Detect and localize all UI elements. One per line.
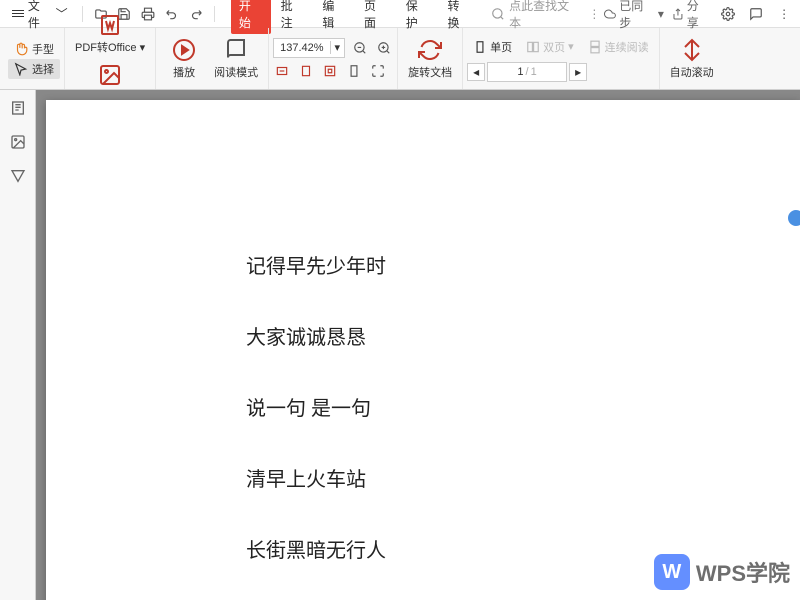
fit-width-icon[interactable]	[273, 62, 291, 80]
rotate-tools: 旋转文档	[398, 28, 463, 89]
play-button[interactable]: 播放	[160, 34, 208, 84]
hand-icon	[14, 42, 28, 56]
text-line: 大家诚诚恳恳	[246, 321, 800, 350]
page-number-input[interactable]: 1 / 1	[487, 62, 567, 82]
pdf-office-label: PDF转Office ▾	[75, 39, 145, 55]
cloud-icon	[604, 8, 616, 20]
right-controls: 已同步 ▾ 分享 ⋮	[604, 0, 794, 31]
page-view-tools: 单页 双页 ▾ 连续阅读 ◂ 1 / 1 ▸	[463, 28, 660, 89]
sync-button[interactable]: 已同步 ▾	[604, 0, 664, 31]
zoom-input[interactable]: 137.42% ▾	[273, 38, 345, 58]
double-page-button[interactable]: 双页 ▾	[520, 36, 580, 58]
double-page-icon	[526, 40, 540, 54]
select-tool[interactable]: 选择	[8, 59, 60, 79]
document-viewport[interactable]: 记得早先少年时 大家诚诚恳恳 说一句 是一句 清早上火车站 长街黑暗无行人 卖豆…	[36, 90, 800, 600]
file-menu-label: 文件	[28, 0, 52, 31]
read-mode-label: 阅读模式	[214, 64, 258, 80]
page-current: 1	[517, 66, 523, 78]
zoom-value: 137.42%	[274, 42, 329, 54]
scroll-icon	[680, 38, 704, 62]
zoom-out-button[interactable]	[351, 39, 369, 57]
zoom-dropdown-icon: ▾	[330, 41, 345, 54]
prev-page-button[interactable]: ◂	[467, 63, 485, 81]
page-navigation: ◂ 1 / 1 ▸	[467, 62, 587, 82]
separator	[214, 6, 215, 22]
watermark-text: WPS学院	[696, 556, 790, 588]
thumbnails-icon[interactable]	[8, 98, 28, 118]
more-icon: ⋮	[588, 7, 600, 21]
single-page-icon	[473, 40, 487, 54]
search-placeholder: 点此查找文本	[509, 0, 580, 31]
sync-dropdown-icon: ▾	[658, 7, 664, 21]
search-icon	[491, 7, 505, 21]
next-page-button[interactable]: ▸	[569, 63, 587, 81]
annotation-panel-icon[interactable]	[8, 166, 28, 186]
book-icon	[224, 38, 248, 62]
continuous-button[interactable]: 连续阅读	[582, 36, 655, 58]
image-icon	[98, 63, 122, 87]
rotate-button[interactable]: 旋转文档	[402, 34, 458, 84]
page-sep: /	[526, 66, 529, 78]
more-icon[interactable]: ⋮	[774, 4, 794, 24]
notification-icon[interactable]	[746, 4, 766, 24]
hamburger-icon	[12, 8, 24, 19]
text-line: 清早上火车站	[246, 463, 800, 492]
continuous-icon	[588, 40, 602, 54]
hand-label: 手型	[32, 41, 54, 57]
redo-icon[interactable]	[186, 4, 206, 24]
auto-scroll-label: 自动滚动	[670, 64, 714, 80]
pdf-to-office[interactable]: PDF转Office ▾	[69, 9, 151, 59]
read-mode-button[interactable]: 阅读模式	[208, 34, 264, 84]
undo-icon[interactable]	[162, 4, 182, 24]
single-page-label: 单页	[490, 39, 512, 55]
toolbar: 手型 选择 PDF转Office ▾ PDF转图片 播放 阅读模式 137.4	[0, 28, 800, 90]
share-label: 分享	[687, 0, 711, 31]
scroll-tools: 自动滚动	[660, 28, 724, 89]
rotate-icon	[418, 38, 442, 62]
watermark: W WPS学院	[654, 554, 790, 590]
fit-height-icon[interactable]	[345, 62, 363, 80]
left-sidebar	[0, 90, 36, 600]
chevron-down-icon: ﹀	[56, 5, 68, 22]
fullscreen-icon[interactable]	[369, 62, 387, 80]
search-button[interactable]: 点此查找文本 ⋮	[491, 0, 600, 31]
assistant-bubble-icon[interactable]	[788, 210, 800, 226]
rotate-label: 旋转文档	[408, 64, 452, 80]
continuous-label: 连续阅读	[605, 39, 649, 55]
image-panel-icon[interactable]	[8, 132, 28, 152]
page-total: 1	[531, 66, 537, 78]
cursor-icon	[14, 62, 28, 76]
play-icon	[172, 38, 196, 62]
single-page-button[interactable]: 单页	[467, 36, 518, 58]
double-page-label: 双页	[543, 39, 565, 55]
settings-icon[interactable]	[719, 4, 739, 24]
share-icon	[672, 8, 684, 20]
zoom-in-button[interactable]	[375, 39, 393, 57]
share-button[interactable]: 分享	[672, 0, 711, 31]
cursor-tools: 手型 选择	[4, 28, 65, 89]
convert-tools: PDF转Office ▾ PDF转图片	[65, 28, 156, 89]
text-line: 记得早先少年时	[246, 250, 800, 279]
view-tools: 播放 阅读模式	[156, 28, 269, 89]
select-label: 选择	[32, 61, 54, 77]
word-icon	[98, 13, 122, 37]
auto-scroll-button[interactable]: 自动滚动	[664, 34, 720, 84]
text-line: 说一句 是一句	[246, 392, 800, 421]
document-page: 记得早先少年时 大家诚诚恳恳 说一句 是一句 清早上火车站 长街黑暗无行人 卖豆…	[46, 100, 800, 600]
play-label: 播放	[173, 64, 195, 80]
actual-size-icon[interactable]	[321, 62, 339, 80]
fit-page-icon[interactable]	[297, 62, 315, 80]
zoom-tools: 137.42% ▾	[269, 28, 398, 89]
wps-logo-icon: W	[654, 554, 690, 590]
hand-tool[interactable]: 手型	[8, 39, 60, 59]
sync-label: 已同步	[619, 0, 655, 31]
